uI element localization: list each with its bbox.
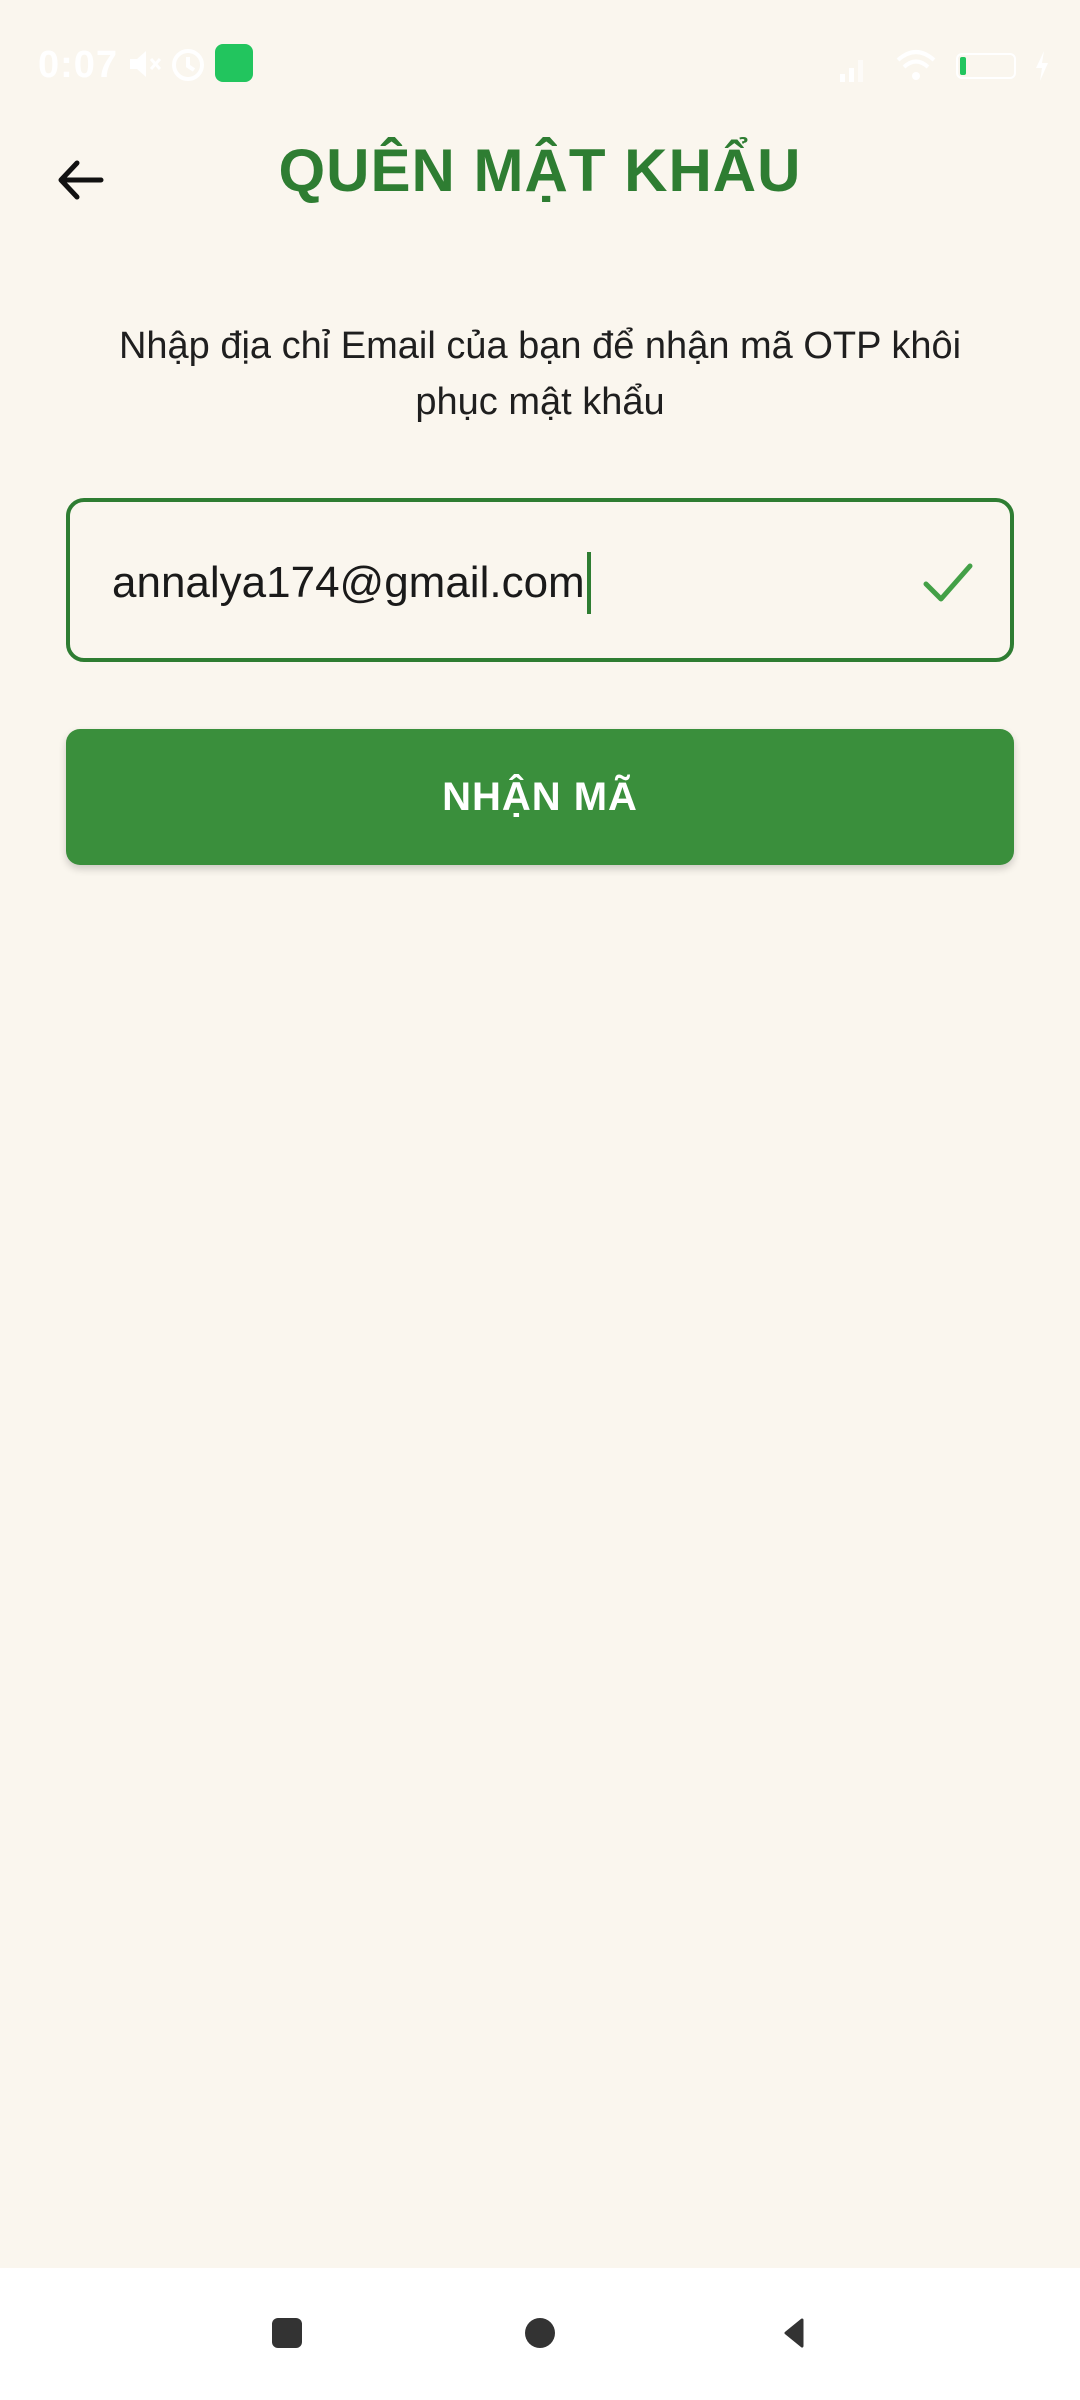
- signal-icon: [840, 60, 863, 82]
- alarm-icon: [172, 49, 204, 81]
- volume-muted-icon: [130, 51, 162, 77]
- email-field[interactable]: annalya174@gmail.com: [66, 498, 1014, 662]
- forgot-password-screen: 0:07 QUÊN MẬT KHẨU Nhập địa chỉ Email củ…: [0, 0, 1080, 2400]
- home-button[interactable]: [505, 2298, 575, 2368]
- home-icon: [525, 2318, 555, 2348]
- status-bar: 0:07: [0, 0, 1080, 120]
- wifi-icon: [896, 50, 936, 80]
- navigation-bar: [0, 2268, 1080, 2400]
- recents-icon: [272, 2318, 302, 2348]
- status-time: 0:07: [38, 44, 119, 86]
- status-right: [836, 48, 1050, 84]
- email-input-value[interactable]: annalya174@gmail.com: [112, 552, 591, 614]
- get-code-button[interactable]: NHẬN MÃ: [66, 729, 1014, 865]
- app-notification-icon: [215, 44, 253, 82]
- email-text: annalya174@gmail.com: [112, 558, 585, 607]
- recents-button[interactable]: [252, 2298, 322, 2368]
- battery-icon: [956, 53, 1016, 79]
- charging-icon: [1036, 51, 1048, 81]
- text-caret: [586, 552, 591, 614]
- back-icon: [784, 2318, 804, 2348]
- check-icon: [923, 563, 973, 602]
- instruction-line-1: Nhập địa chỉ Email của bạn để nhận mã OT…: [118, 325, 962, 367]
- back-nav-button[interactable]: [760, 2298, 830, 2368]
- instruction-text: Nhập địa chỉ Email của bạn để nhận mã OT…: [90, 318, 990, 430]
- page-title: QUÊN MẬT KHẨU: [278, 137, 802, 204]
- instruction-line-2: phục mật khẩu: [415, 381, 665, 423]
